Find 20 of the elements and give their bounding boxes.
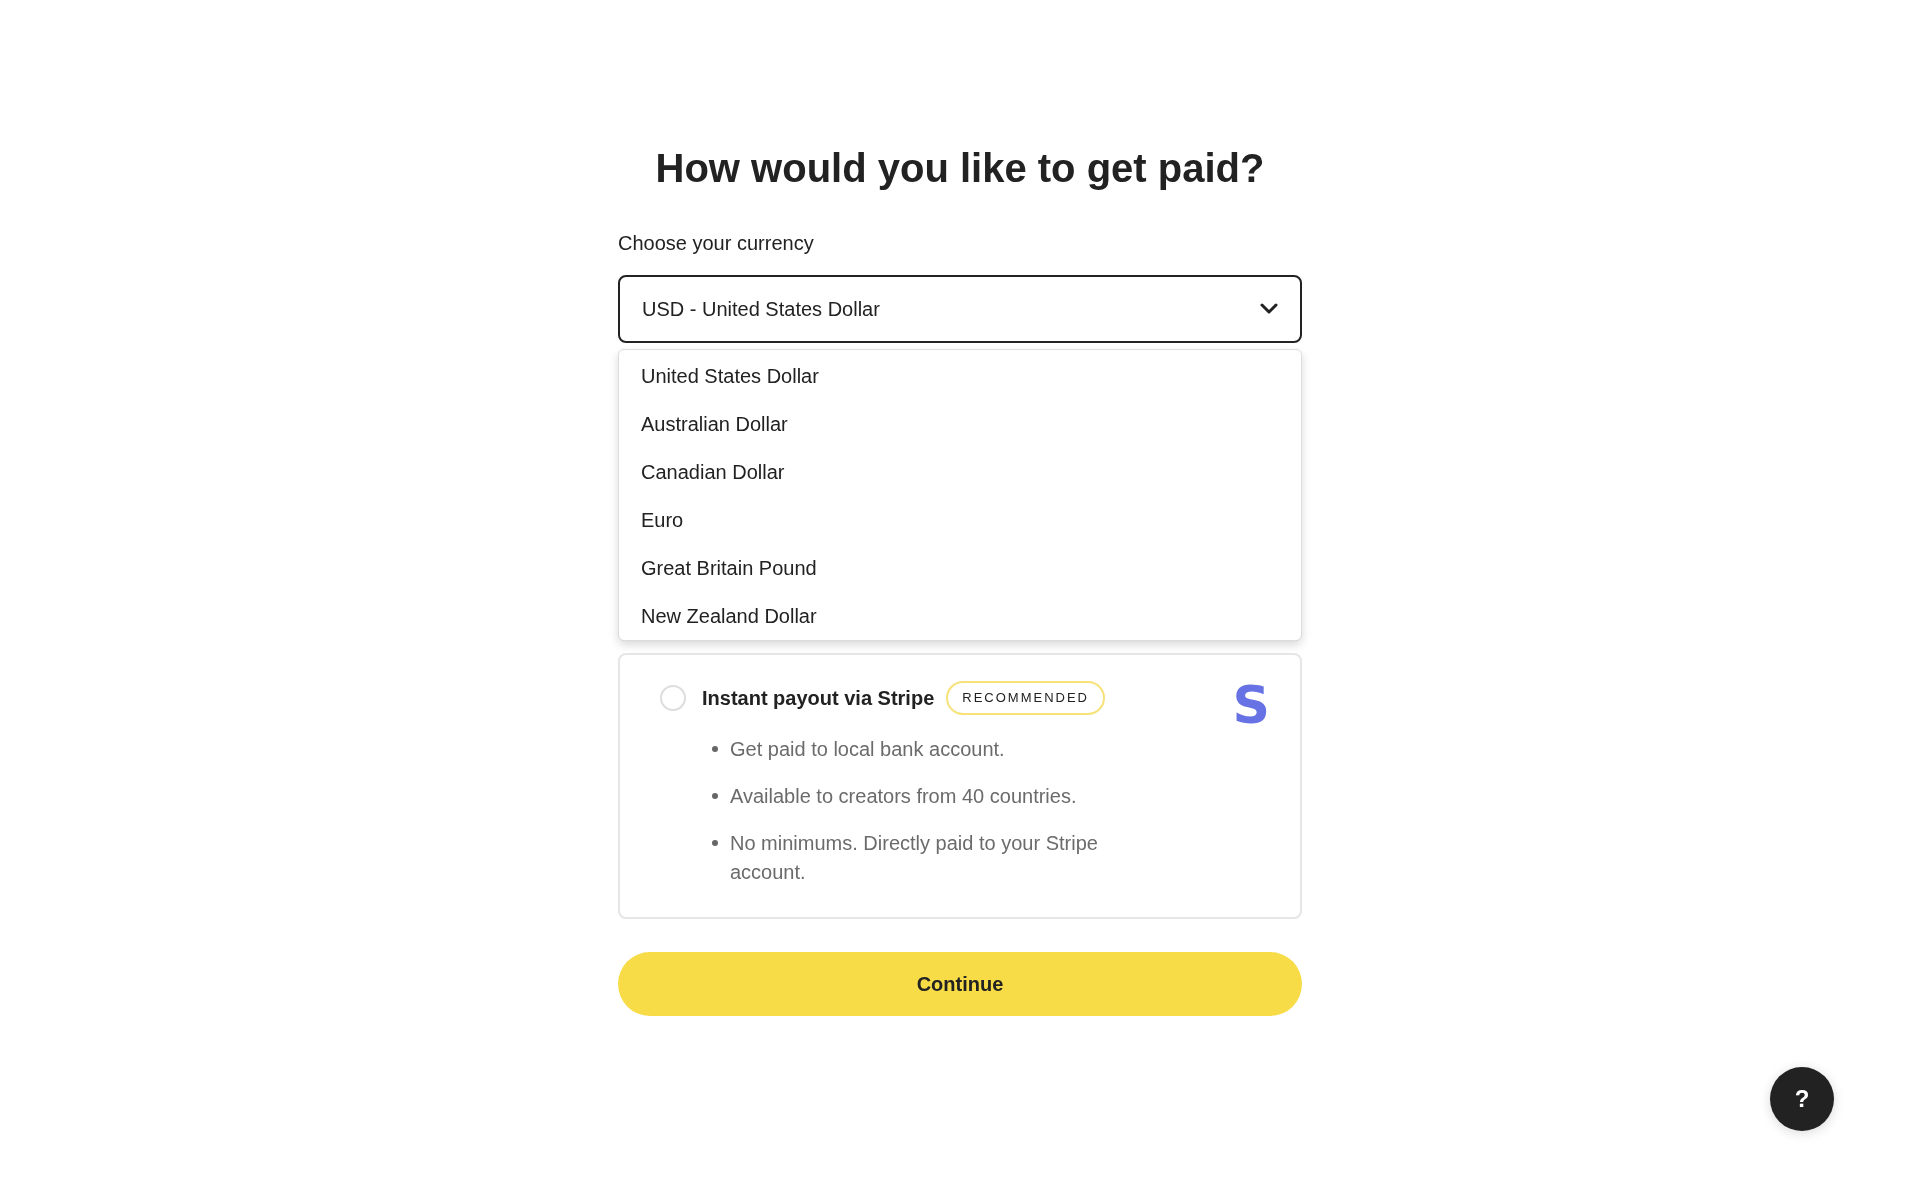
currency-label: Choose your currency (618, 231, 815, 256)
dropdown-option[interactable]: New Zealand Dollar (619, 592, 1301, 640)
option-title: Instant payout via Stripe (702, 685, 935, 711)
chevron-down-icon (1260, 303, 1278, 315)
dropdown-option[interactable]: Canadian Dollar (619, 448, 1301, 496)
dropdown-option[interactable]: Australian Dollar (619, 400, 1301, 448)
radio-button[interactable] (660, 684, 686, 711)
dropdown-option[interactable]: United States Dollar (619, 352, 1301, 400)
continue-button[interactable]: Continue (618, 951, 1302, 1016)
payout-card[interactable]: Instant payout via Stripe RECOMMENDED S Get paid to local bank account. Available to creators from 40 countries. No minimums. Directly paid to your Stripe account. (618, 653, 1302, 919)
dropdown-option[interactable]: Great Britain Pound (619, 544, 1301, 592)
recommended-badge: RECOMMENDED (946, 681, 1105, 715)
dropdown-option[interactable]: Euro (619, 496, 1301, 544)
page-heading: How would you like to get paid? (654, 145, 1266, 192)
bullet-text: Get paid to local bank account. (730, 736, 1005, 762)
stripe-logo: S (1232, 679, 1270, 731)
bullet-text: No minimums. Directly paid to your Stripe account. (730, 830, 1099, 885)
bullet-text: Available to creators from 40 countries. (730, 783, 1077, 809)
help-button[interactable]: ? (1770, 1067, 1834, 1131)
currency-select[interactable]: USD - United States Dollar (618, 275, 1302, 343)
